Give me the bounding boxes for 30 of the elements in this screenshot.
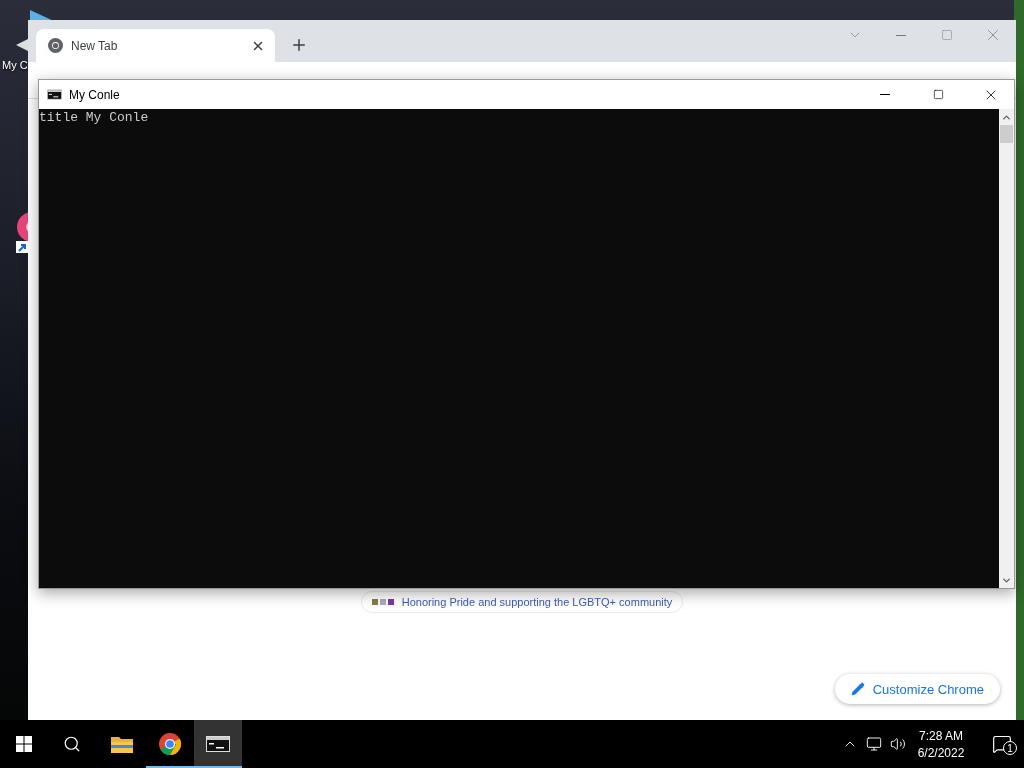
browser-tab[interactable]: New Tab — [36, 29, 275, 62]
clock-date: 6/2/2022 — [917, 745, 965, 760]
folder-icon — [111, 735, 133, 753]
desktop-icon-label[interactable]: My C — [2, 59, 28, 71]
minimize-icon — [880, 94, 890, 95]
minimize-icon — [896, 34, 906, 36]
plus-icon — [290, 36, 308, 54]
window-title: My Conle — [69, 87, 121, 102]
clock-time: 7:28 AM — [919, 728, 963, 743]
customize-button[interactable]: Customize Chrome — [834, 674, 1000, 704]
notifications-button[interactable]: 1 — [980, 720, 1024, 768]
scroll-thumb[interactable] — [1000, 125, 1013, 143]
scrollbar[interactable] — [999, 109, 1014, 588]
clock[interactable]: 7:28 AM 6/2/2022 — [910, 720, 972, 768]
notification-count: 1 — [1003, 741, 1017, 755]
chrome-logo-icon — [48, 38, 63, 53]
tab-title: New Tab — [71, 38, 119, 53]
chrome-logo-icon — [159, 733, 181, 755]
pencil-icon — [850, 682, 865, 696]
maximize-icon — [941, 29, 953, 41]
windows-logo-icon — [16, 736, 32, 752]
doodle-chip[interactable]: Honoring Pride and supporting the LGBTQ+ community — [360, 591, 684, 613]
terminal-line: title My Conle — [39, 110, 150, 126]
console-icon — [47, 89, 62, 100]
console-icon — [206, 736, 230, 752]
chip-text: Honoring Pride and supporting the LGBTQ+ community — [401, 596, 673, 608]
search-icon — [63, 735, 81, 753]
maximize-icon — [932, 89, 944, 100]
taskbar-app-button[interactable] — [194, 720, 242, 768]
flag-icon — [371, 599, 394, 605]
